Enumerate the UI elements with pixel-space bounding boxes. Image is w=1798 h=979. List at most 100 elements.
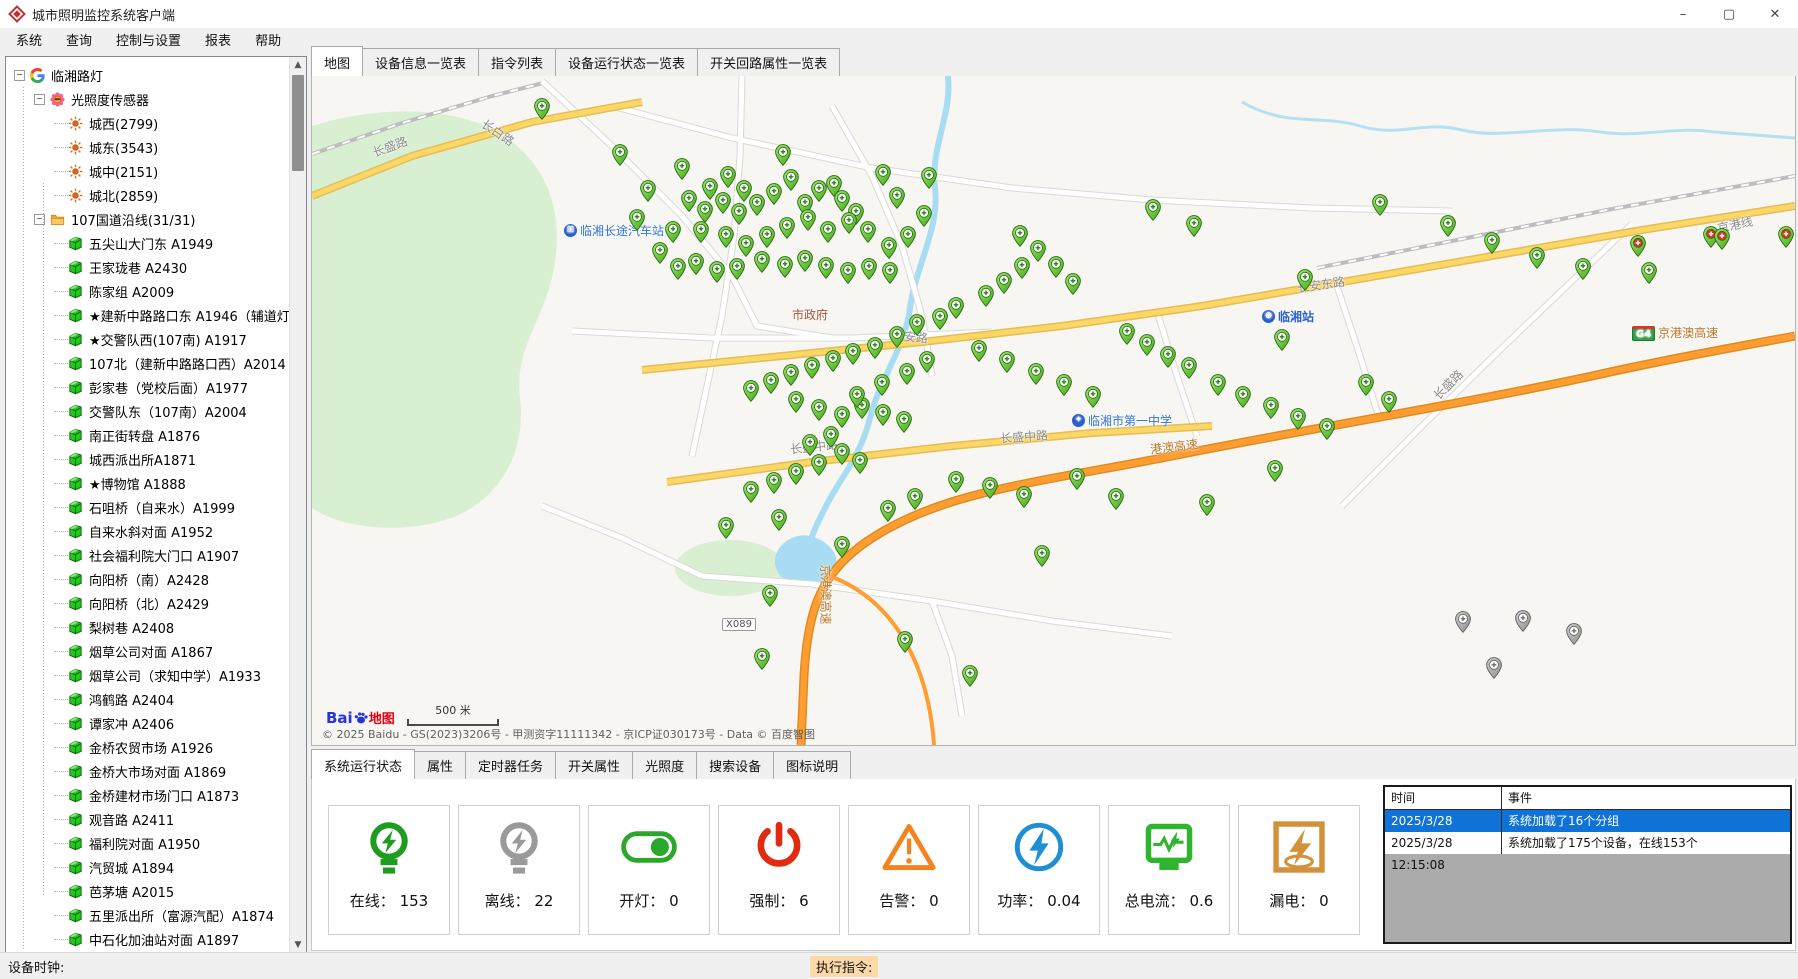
- tree-item-sun[interactable]: 城北(2859): [6, 183, 288, 207]
- lamp-marker-online[interactable]: [880, 500, 896, 522]
- lamp-marker-online[interactable]: [1056, 374, 1072, 396]
- lamp-marker-online[interactable]: [1048, 256, 1064, 278]
- lamp-marker-online[interactable]: [852, 452, 868, 474]
- lamp-marker-online[interactable]: [899, 363, 915, 385]
- tree-item-device[interactable]: ★交警队西(107南) A1917: [6, 327, 288, 351]
- tree-item-device[interactable]: 陈家组 A2009: [6, 279, 288, 303]
- tree-item-device[interactable]: 107北（建新中路路口西）A2014: [6, 351, 288, 375]
- lamp-marker-online[interactable]: [777, 256, 793, 278]
- tree-item-device[interactable]: 鸿鹤路 A2404: [6, 687, 288, 711]
- lamp-marker-online[interactable]: [788, 391, 804, 413]
- lamp-marker-online[interactable]: [743, 380, 759, 402]
- lamp-marker-online[interactable]: [1145, 199, 1161, 221]
- lamp-marker-online[interactable]: [932, 308, 948, 330]
- lamp-marker-online[interactable]: [652, 242, 668, 264]
- lamp-marker-online[interactable]: [1575, 258, 1591, 280]
- lamp-marker-alarm[interactable]: [1630, 235, 1646, 257]
- minimize-button[interactable]: –: [1660, 0, 1706, 28]
- lamp-marker-online[interactable]: [1641, 262, 1657, 284]
- lamp-marker-online[interactable]: [1319, 418, 1335, 440]
- lamp-marker-online[interactable]: [674, 158, 690, 180]
- lamp-marker-online[interactable]: [743, 481, 759, 503]
- lamp-marker-online[interactable]: [1085, 386, 1101, 408]
- lamp-marker-online[interactable]: [762, 585, 778, 607]
- lamp-marker-online[interactable]: [1160, 346, 1176, 368]
- tree-item-device[interactable]: 谭家冲 A2406: [6, 711, 288, 735]
- tab-设备信息一览表[interactable]: 设备信息一览表: [362, 48, 479, 76]
- lamp-marker-online[interactable]: [921, 167, 937, 189]
- lamp-marker-online[interactable]: [766, 472, 782, 494]
- tab-系统运行状态[interactable]: 系统运行状态: [311, 749, 415, 779]
- lamp-marker-online[interactable]: [629, 209, 645, 231]
- tree-item-device[interactable]: 石咀桥（自来水）A1999: [6, 495, 288, 519]
- lamp-marker-online[interactable]: [1199, 494, 1215, 516]
- lamp-marker-online[interactable]: [1028, 363, 1044, 385]
- lamp-marker-online[interactable]: [948, 471, 964, 493]
- lamp-marker-online[interactable]: [860, 221, 876, 243]
- tab-开关回路属性一览表[interactable]: 开关回路属性一览表: [697, 48, 840, 76]
- lamp-marker-online[interactable]: [709, 261, 725, 283]
- lamp-marker-online[interactable]: [841, 212, 857, 234]
- lamp-marker-online[interactable]: [763, 372, 779, 394]
- lamp-marker-online[interactable]: [971, 340, 987, 362]
- tree-item-device[interactable]: 福利院对面 A1950: [6, 831, 288, 855]
- lamp-marker-online[interactable]: [797, 250, 813, 272]
- tab-开关属性[interactable]: 开关属性: [555, 751, 633, 779]
- menu-item-帮助[interactable]: 帮助: [243, 28, 293, 51]
- tree-item-device[interactable]: 城西派出所A1871: [6, 447, 288, 471]
- lamp-marker-online[interactable]: [834, 536, 850, 558]
- lamp-marker-online[interactable]: [874, 374, 890, 396]
- lamp-marker-online[interactable]: [982, 477, 998, 499]
- tree-item-device[interactable]: 向阳桥（北）A2429: [6, 591, 288, 615]
- lamp-marker-online[interactable]: [718, 226, 734, 248]
- tab-设备运行状态一览表[interactable]: 设备运行状态一览表: [555, 48, 698, 76]
- tab-属性[interactable]: 属性: [414, 751, 466, 779]
- lamp-marker-alarm[interactable]: [1778, 226, 1794, 248]
- lamp-marker-online[interactable]: [1484, 232, 1500, 254]
- tree-scrollbar[interactable]: ▲ ▼: [289, 57, 306, 953]
- tab-光照度[interactable]: 光照度: [632, 751, 697, 779]
- lamp-marker-online[interactable]: [962, 665, 978, 687]
- lamp-marker-online[interactable]: [688, 253, 704, 275]
- tab-指令列表[interactable]: 指令列表: [478, 48, 556, 76]
- tree-item-device[interactable]: 金桥农贸市场 A1926: [6, 735, 288, 759]
- lamp-marker-online[interactable]: [802, 434, 818, 456]
- lamp-marker-offline[interactable]: [1455, 611, 1471, 633]
- lamp-marker-online[interactable]: [897, 631, 913, 653]
- scroll-up-icon[interactable]: ▲: [290, 57, 306, 73]
- tree-item-sun[interactable]: 城西(2799): [6, 111, 288, 135]
- lamp-marker-online[interactable]: [834, 443, 850, 465]
- tree-item-device[interactable]: 五里派出所（富源汽配）A1874: [6, 903, 288, 927]
- lamp-marker-online[interactable]: [840, 262, 856, 284]
- tree-item-sun[interactable]: 城东(3543): [6, 135, 288, 159]
- tree-item-device[interactable]: ★博物馆 A1888: [6, 471, 288, 495]
- lamp-marker-online[interactable]: [909, 314, 925, 336]
- lamp-marker-online[interactable]: [1440, 215, 1456, 237]
- lamp-marker-online[interactable]: [889, 187, 905, 209]
- lamp-marker-online[interactable]: [1529, 247, 1545, 269]
- lamp-marker-online[interactable]: [715, 192, 731, 214]
- tree-item-device[interactable]: 五尖山大门东 A1949: [6, 231, 288, 255]
- lamp-marker-online[interactable]: [681, 190, 697, 212]
- lamp-marker-online[interactable]: [640, 180, 656, 202]
- scroll-thumb[interactable]: [292, 75, 304, 171]
- tree-item-folder[interactable]: −107国道沿线(31/31): [6, 207, 288, 231]
- lamp-marker-online[interactable]: [766, 183, 782, 205]
- lamp-marker-online[interactable]: [999, 351, 1015, 373]
- lamp-marker-online[interactable]: [1119, 323, 1135, 345]
- lamp-marker-online[interactable]: [811, 399, 827, 421]
- lamp-marker-online[interactable]: [1030, 240, 1046, 262]
- lamp-marker-online[interactable]: [1181, 357, 1197, 379]
- lamp-marker-online[interactable]: [693, 221, 709, 243]
- event-log-row[interactable]: 2025/3/28 12:15:08系统加载了16个分组: [1385, 810, 1790, 832]
- lamp-marker-online[interactable]: [896, 411, 912, 433]
- lamp-marker-online[interactable]: [881, 237, 897, 259]
- lamp-marker-online[interactable]: [788, 463, 804, 485]
- lamp-marker-online[interactable]: [900, 226, 916, 248]
- lamp-marker-online[interactable]: [849, 386, 865, 408]
- tree-item-device[interactable]: 烟草公司（求知中学）A1933: [6, 663, 288, 687]
- tab-图标说明[interactable]: 图标说明: [773, 751, 851, 779]
- lamp-marker-online[interactable]: [783, 169, 799, 191]
- lamp-marker-online[interactable]: [1069, 468, 1085, 490]
- map-canvas[interactable]: 长盛路长白路⊞临湘长途汽车站市政府长安路长安东路⊕临湘站✦临湘市第一中学长盛中路…: [311, 76, 1796, 746]
